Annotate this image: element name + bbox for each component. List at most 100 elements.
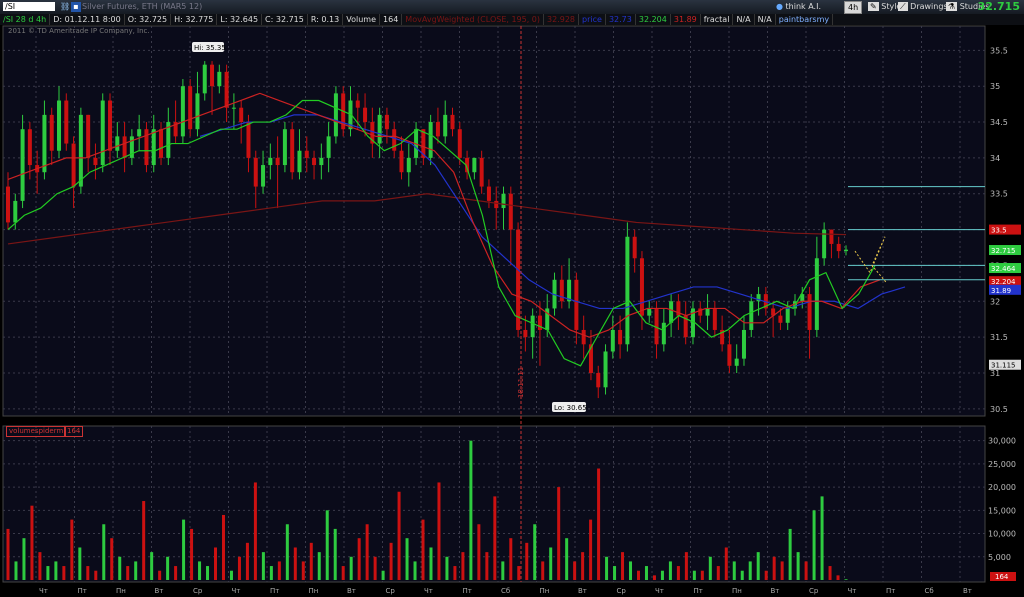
candle-body	[122, 136, 127, 158]
volume-bar	[14, 561, 18, 580]
volume-bar	[349, 556, 353, 580]
candle-body	[727, 344, 732, 366]
volume-bar	[581, 552, 585, 580]
volume-bar	[38, 552, 42, 580]
volume-bar	[644, 566, 648, 580]
volume-bar	[668, 561, 672, 580]
x-tick-label: Ср	[386, 587, 396, 595]
candle-body	[42, 114, 47, 173]
candle-body	[785, 308, 790, 323]
x-tick-label: Чт	[848, 587, 857, 595]
volume-bar	[309, 542, 313, 580]
candle-body	[27, 129, 32, 166]
volume-bar	[70, 519, 74, 580]
candle-body	[428, 122, 433, 158]
date-marker-label: 18.11.11	[517, 367, 525, 398]
x-tick-label: Сб	[501, 587, 510, 595]
candle-body	[195, 93, 200, 130]
candle-body	[13, 200, 18, 223]
x-tick-label: Пт	[78, 587, 87, 595]
volume-bar	[525, 542, 529, 580]
copyright: 2011 © TD Ameritrade IP Company, Inc.	[8, 27, 150, 35]
candle-body	[355, 100, 360, 108]
candle-body	[537, 315, 542, 330]
volume-bar	[86, 566, 90, 580]
volume-bar	[237, 556, 241, 580]
candle-body	[231, 107, 236, 109]
candle-body	[516, 229, 521, 330]
candle-body	[326, 136, 331, 158]
x-tick-label: Ср	[193, 587, 203, 595]
candle-body	[844, 249, 848, 252]
volume-tick-label: 10,000	[988, 530, 1016, 539]
candle-body	[559, 279, 564, 302]
volume-bar	[429, 547, 433, 580]
volume-bar	[30, 505, 34, 580]
volume-bar	[357, 538, 361, 580]
x-tick-label: Пт	[463, 587, 472, 595]
candle-body	[202, 64, 207, 94]
candle-body	[705, 308, 710, 316]
volume-bar	[333, 528, 337, 580]
candle-body	[406, 157, 411, 173]
candle-body	[180, 86, 185, 137]
x-tick-label: Ср	[809, 587, 819, 595]
volume-bar	[365, 524, 369, 580]
volume-bar	[437, 482, 441, 580]
price-panel	[2, 25, 986, 417]
candle-body	[253, 157, 258, 187]
volume-bar	[732, 561, 736, 580]
x-tick-label: Пт	[270, 587, 279, 595]
volume-bar	[317, 552, 321, 580]
volume-bar	[341, 566, 345, 580]
x-tick-label: Чт	[424, 587, 433, 595]
candle-body	[384, 114, 389, 130]
candle-body	[508, 193, 513, 230]
volume-bar	[269, 566, 273, 580]
volume-bar	[277, 561, 281, 580]
candle-body	[435, 122, 440, 137]
volume-bar	[589, 519, 593, 580]
candle-body	[807, 294, 812, 330]
volume-bar	[150, 552, 154, 580]
candle-body	[93, 157, 98, 166]
x-tick-label: Пн	[732, 587, 742, 595]
volume-study-label[interactable]: volumespiderm	[6, 426, 67, 437]
candle-body	[188, 86, 193, 130]
volume-bar	[118, 556, 122, 580]
volume-tick-label: 30,000	[988, 437, 1016, 446]
volume-bar	[509, 538, 513, 580]
volume-bar	[110, 538, 114, 580]
candle-body	[530, 315, 535, 338]
volume-bar	[629, 561, 633, 580]
x-tick-label: Пт	[886, 587, 895, 595]
candle-body	[297, 150, 302, 173]
volume-bar	[812, 510, 816, 580]
x-tick-label: Вт	[963, 587, 972, 595]
price-axis-label: 32.464	[991, 265, 1016, 273]
volume-bar	[174, 566, 178, 580]
candle-body	[450, 114, 455, 130]
x-tick-label: Сб	[925, 587, 934, 595]
candle-body	[639, 258, 644, 316]
x-tick-label: Пн	[309, 587, 319, 595]
candle-body	[377, 114, 382, 144]
volume-bar	[684, 552, 688, 580]
volume-bar	[549, 547, 553, 580]
candle-body	[741, 329, 746, 359]
volume-bar	[533, 524, 537, 580]
y-tick-label: 34.5	[990, 118, 1008, 127]
candle-body	[71, 143, 76, 187]
volume-bar	[166, 556, 170, 580]
candle-body	[333, 93, 338, 137]
candle-body	[486, 186, 491, 201]
y-tick-label: 30.5	[990, 405, 1008, 414]
volume-bar	[229, 570, 233, 580]
volume-bar	[613, 566, 617, 580]
volume-study-value: 164	[64, 426, 84, 437]
price-chart[interactable]: Чт Пт Пн Вт Ср Чт Пт Пн Вт Ср Чт Пт Сб Пн Вт Ср Чт Пт Пн Вт…	[0, 0, 1024, 597]
candle-body	[749, 301, 754, 330]
volume-bar	[836, 575, 840, 580]
volume-bar	[469, 440, 473, 580]
candle-body	[814, 258, 819, 330]
